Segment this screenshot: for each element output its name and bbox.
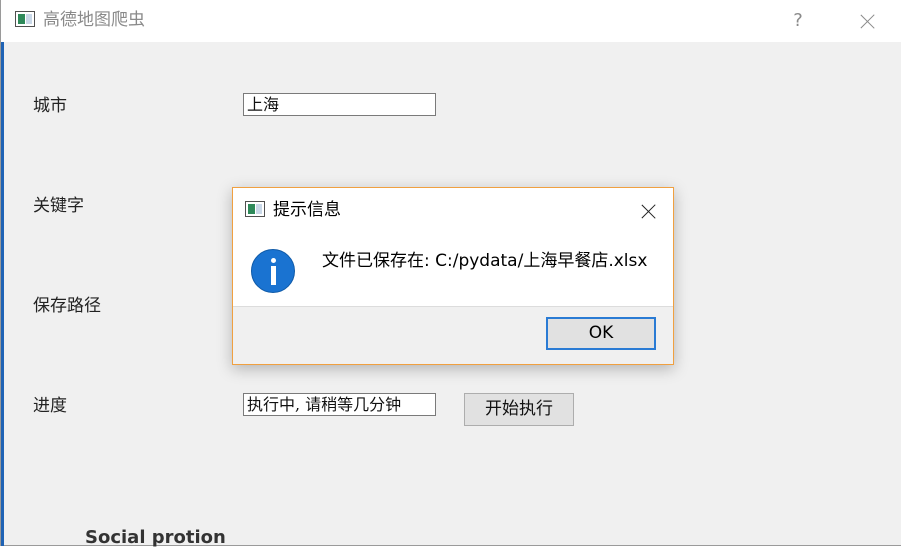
progress-field[interactable]: 执行中, 请稍等几分钟 [243,393,436,416]
window-title: 高德地图爬虫 [43,10,145,30]
close-icon [634,196,664,226]
background-clipped-text: Social protion [85,527,226,548]
dialog-title-bar: 提示信息 [233,188,673,232]
dialog-close-button[interactable] [634,196,664,226]
window-left-edge [1,0,4,546]
dialog-title: 提示信息 [273,200,341,220]
city-input[interactable]: 上海 [243,93,436,116]
info-icon [251,249,295,293]
progress-label: 进度 [33,396,67,416]
dialog-app-icon [245,201,265,217]
title-bar: 高德地图爬虫 ? [1,0,901,42]
ok-button[interactable]: OK [546,317,656,350]
help-button[interactable]: ? [783,6,813,36]
close-icon [853,6,883,36]
city-label: 城市 [33,96,67,116]
close-button[interactable] [853,6,883,36]
message-dialog: 提示信息 文件已保存在: C:/pydata/上海早餐店.xlsx OK [232,187,674,365]
dialog-message: 文件已保存在: C:/pydata/上海早餐店.xlsx [322,251,648,271]
app-icon [15,11,35,27]
dialog-footer: OK [233,306,673,364]
start-button[interactable]: 开始执行 [464,393,574,426]
keyword-label: 关键字 [33,196,84,216]
save-path-label: 保存路径 [33,296,101,316]
